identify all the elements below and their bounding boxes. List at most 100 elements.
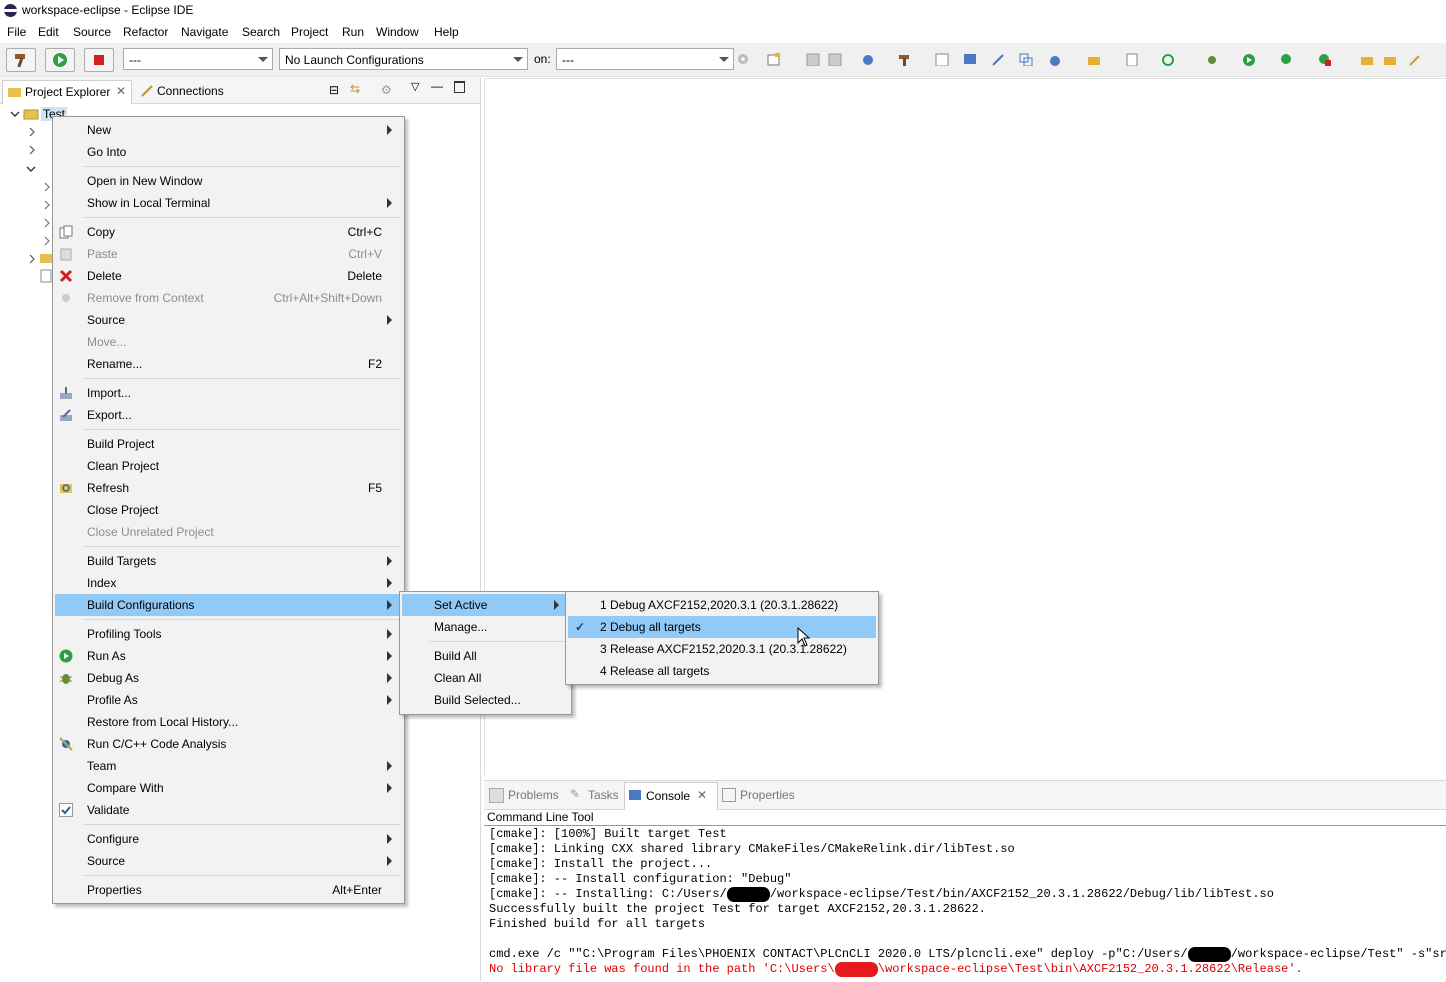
ctx-item-go-into[interactable]: Go Into	[55, 141, 402, 163]
menu-refactor[interactable]: Refactor	[123, 25, 168, 39]
collapse-all-icon[interactable]: ⊟	[329, 83, 339, 97]
ctx-item-configure[interactable]: Configure	[55, 828, 402, 850]
menu-item-label: Set Active	[434, 598, 488, 612]
ctx-item-compare-with[interactable]: Compare With	[55, 777, 402, 799]
ctx-item-refresh[interactable]: Refresh F5	[55, 477, 402, 499]
tab-problems[interactable]: Problems	[508, 788, 559, 802]
launch-target-combo[interactable]: ---	[556, 48, 734, 70]
menu-window[interactable]: Window	[376, 25, 419, 39]
ctx-item-build-project[interactable]: Build Project	[55, 433, 402, 455]
maximize-icon[interactable]	[454, 81, 465, 93]
setactive-item-4-release-all-targets[interactable]: 4 Release all targets	[568, 660, 876, 682]
tree-expander-icon[interactable]	[27, 253, 37, 267]
menu-project[interactable]: Project	[291, 25, 328, 39]
ctx-item-new[interactable]: New	[55, 119, 402, 141]
new-file-icon[interactable]	[1125, 53, 1139, 66]
new-icon[interactable]	[767, 53, 781, 66]
stop-button[interactable]	[84, 48, 114, 72]
new-class-icon[interactable]	[1048, 53, 1062, 66]
wand-icon[interactable]	[1408, 53, 1422, 66]
menu-edit[interactable]: Edit	[38, 25, 59, 39]
tree-expander-icon[interactable]	[42, 217, 52, 231]
ctx-item-restore-from-local-history[interactable]: Restore from Local History...	[55, 711, 402, 733]
save-icon[interactable]	[806, 53, 820, 66]
menu-search[interactable]: Search	[242, 25, 280, 39]
refresh-icon[interactable]	[1161, 53, 1175, 66]
ctx-item-index[interactable]: Index	[55, 572, 402, 594]
ctx-item-build-targets[interactable]: Build Targets	[55, 550, 402, 572]
buildconfig-item-manage[interactable]: Manage...	[402, 616, 569, 638]
close-icon[interactable]: ✕	[116, 84, 126, 98]
ctx-item-open-in-new-window[interactable]: Open in New Window	[55, 170, 402, 192]
build-config-combo[interactable]: ---	[123, 48, 273, 70]
tree-expander-icon[interactable]	[26, 163, 36, 177]
setactive-item-3-release-axcf2152-2020-3-1-20-3-1-28622[interactable]: 3 Release AXCF2152,2020.3.1 (20.3.1.2862…	[568, 638, 876, 660]
build-button[interactable]	[6, 48, 36, 72]
ctx-item-profile-as[interactable]: Profile As	[55, 689, 402, 711]
launch-config-combo[interactable]: No Launch Configurations	[279, 48, 528, 70]
setactive-item-1-debug-axcf2152-2020-3-1-20-3-1-28622[interactable]: 1 Debug AXCF2152,2020.3.1 (20.3.1.28622)	[568, 594, 876, 616]
hammer-icon[interactable]	[897, 53, 911, 66]
ctx-item-clean-project[interactable]: Clean Project	[55, 455, 402, 477]
open-project-icon[interactable]	[1383, 53, 1397, 66]
ctx-item-properties[interactable]: Properties Alt+Enter	[55, 879, 402, 901]
tree-expander-icon[interactable]	[42, 199, 52, 213]
buildconfig-item-build-selected[interactable]: Build Selected...	[402, 689, 569, 711]
terminal-icon[interactable]	[963, 53, 977, 66]
ctx-item-close-project[interactable]: Close Project	[55, 499, 402, 521]
launch-button[interactable]	[45, 48, 75, 72]
ctx-item-validate[interactable]: Validate	[55, 799, 402, 821]
ctx-item-team[interactable]: Team	[55, 755, 402, 777]
tab-console[interactable]: Console ✕	[624, 782, 718, 810]
buildconfig-item-set-active[interactable]: Set Active	[402, 594, 569, 616]
ctx-item-import[interactable]: Import...	[55, 382, 402, 404]
menu-run[interactable]: Run	[342, 25, 364, 39]
run-icon[interactable]	[1242, 53, 1256, 66]
filter-icon[interactable]: ⚙	[381, 83, 392, 97]
tree-expander-icon[interactable]	[42, 181, 52, 195]
ctx-item-show-in-local-terminal[interactable]: Show in Local Terminal	[55, 192, 402, 214]
ctx-item-run-as[interactable]: Run As	[55, 645, 402, 667]
link-editor-icon[interactable]: ⇆	[350, 82, 360, 96]
debug-icon[interactable]	[1205, 53, 1219, 66]
open-folder-icon[interactable]	[1360, 53, 1374, 66]
tree-expander-icon[interactable]	[27, 126, 37, 140]
menu-source[interactable]: Source	[73, 25, 111, 39]
ctx-item-build-configurations[interactable]: Build Configurations	[55, 594, 402, 616]
ctx-item-run-c-c-code-analysis[interactable]: Run C/C++ Code Analysis	[55, 733, 402, 755]
ctx-item-copy[interactable]: Copy Ctrl+C	[55, 221, 402, 243]
build-all-icon[interactable]	[861, 53, 875, 66]
menu-navigate[interactable]: Navigate	[181, 25, 228, 39]
binary-icon[interactable]	[935, 53, 949, 66]
tab-connections[interactable]: Connections	[136, 80, 246, 103]
view-menu-icon[interactable]: ▽	[411, 80, 419, 93]
menu-help[interactable]: Help	[434, 25, 459, 39]
buildconfig-item-clean-all[interactable]: Clean All	[402, 667, 569, 689]
ctx-item-rename[interactable]: Rename... F2	[55, 353, 402, 375]
ctx-item-export[interactable]: Export...	[55, 404, 402, 426]
menu-file[interactable]: File	[7, 25, 26, 39]
context-menu: New Go Into Open in New Window Show in Loca…	[52, 116, 405, 904]
ctx-item-delete[interactable]: Delete Delete	[55, 265, 402, 287]
close-icon[interactable]: ✕	[697, 788, 707, 802]
tree-expander-icon[interactable]	[10, 108, 20, 122]
new-folder-icon[interactable]	[1087, 53, 1101, 66]
window-icon[interactable]	[1019, 53, 1033, 66]
save-all-icon[interactable]	[828, 53, 842, 66]
ctx-item-debug-as[interactable]: Debug As	[55, 667, 402, 689]
tree-expander-icon[interactable]	[27, 144, 37, 158]
pin-icon[interactable]	[991, 53, 1005, 66]
tree-expander-icon[interactable]	[42, 235, 52, 249]
tab-project-explorer[interactable]: Project Explorer ✕	[2, 80, 132, 104]
ctx-item-source[interactable]: Source	[55, 850, 402, 872]
minimize-icon[interactable]: —	[431, 79, 443, 93]
buildconfig-item-build-all[interactable]: Build All	[402, 645, 569, 667]
tab-tasks[interactable]: Tasks	[588, 788, 619, 802]
external-tools-icon[interactable]	[1318, 53, 1332, 66]
ctx-item-profiling-tools[interactable]: Profiling Tools	[55, 623, 402, 645]
tab-properties[interactable]: Properties	[740, 788, 795, 802]
ctx-item-source[interactable]: Source	[55, 309, 402, 331]
gear-icon[interactable]	[736, 52, 750, 65]
setactive-item-2-debug-all-targets[interactable]: ✓ 2 Debug all targets	[568, 616, 876, 638]
run-coverage-icon[interactable]	[1280, 53, 1294, 66]
